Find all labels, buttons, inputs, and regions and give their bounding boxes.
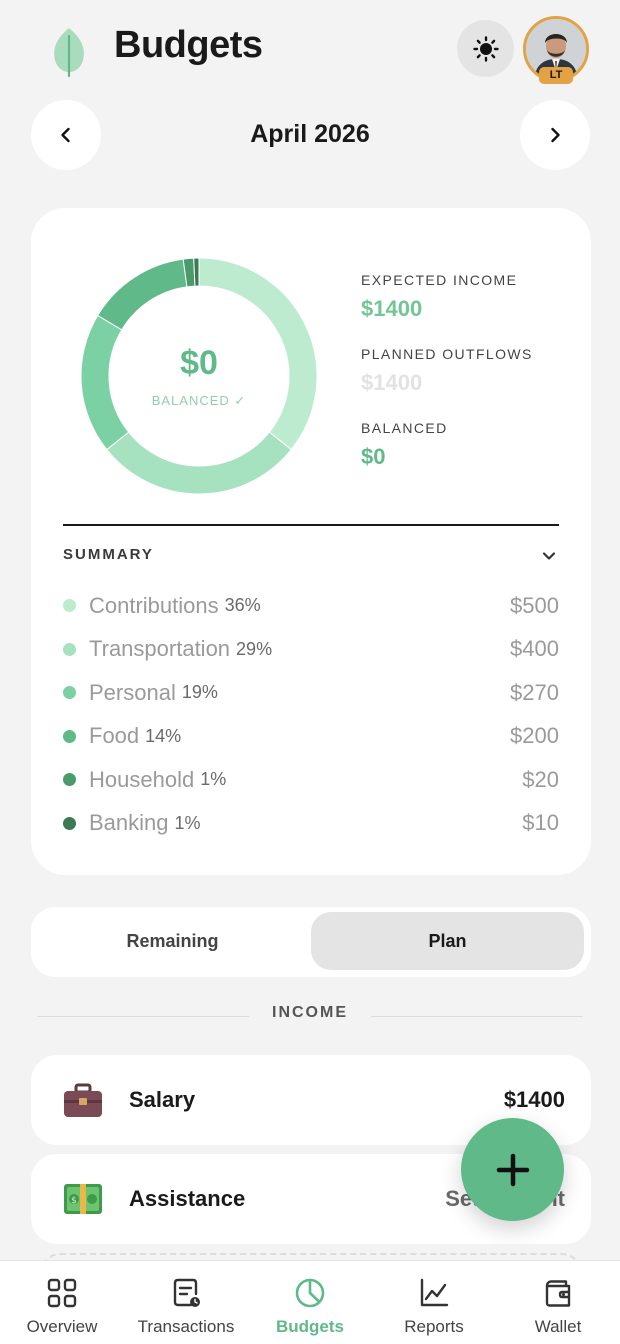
- category-row-contributions[interactable]: Contributions 36% $500: [63, 584, 559, 628]
- expected-income-value: $1400: [361, 296, 423, 321]
- donut-center: $0 BALANCED ✓: [79, 256, 319, 496]
- category-amount: $200: [510, 723, 559, 749]
- nav-label: Transactions: [137, 1317, 235, 1336]
- category-row-banking[interactable]: Banking 1% $10: [63, 802, 559, 846]
- divider: [63, 524, 559, 526]
- category-amount: $20: [522, 766, 559, 792]
- nav-overview[interactable]: Overview: [0, 1261, 124, 1344]
- category-row-food[interactable]: Food 14% $200: [63, 715, 559, 759]
- category-color-dot: [63, 773, 76, 787]
- category-amount: $400: [510, 636, 559, 662]
- category-summary-list: Contributions 36% $500 Transportation 29…: [63, 584, 559, 845]
- nav-transactions[interactable]: Transactions: [124, 1261, 248, 1344]
- category-row-personal[interactable]: Personal 19% $270: [63, 671, 559, 715]
- category-amount: $10: [522, 810, 559, 836]
- planned-outflows-label: PLANNED OUTFLOWS: [361, 346, 533, 362]
- category-name: Contributions: [89, 592, 219, 618]
- category-color-dot: [63, 599, 76, 613]
- category-percent: 36%: [224, 595, 261, 616]
- line-chart-icon: [420, 1278, 449, 1307]
- summary-toggle[interactable]: SUMMARY: [63, 546, 559, 570]
- income-amount: $1400: [503, 1087, 565, 1112]
- remaining-tab[interactable]: Remaining: [36, 912, 309, 970]
- grid-icon: [47, 1278, 77, 1308]
- theme-toggle-button[interactable]: [457, 20, 514, 77]
- chevron-right-icon: [551, 127, 560, 143]
- banknote-icon: $: [64, 1184, 102, 1214]
- nav-label: Budgets: [276, 1317, 344, 1336]
- category-row-household[interactable]: Household 1% $20: [63, 758, 559, 802]
- balance-caption: BALANCED ✓: [151, 392, 247, 408]
- category-amount: $270: [510, 679, 559, 705]
- balance-value: $0: [180, 343, 218, 382]
- leaf-logo-icon: [54, 28, 84, 78]
- expected-income-label: EXPECTED INCOME: [361, 272, 518, 288]
- nav-budgets[interactable]: Budgets: [248, 1261, 372, 1344]
- app-header: Budgets LT: [0, 0, 620, 96]
- receipt-icon: [173, 1278, 200, 1307]
- nav-wallet[interactable]: Wallet: [496, 1261, 620, 1344]
- category-color-dot: [63, 642, 76, 656]
- category-row-transportation[interactable]: Transportation 29% $400: [63, 628, 559, 672]
- category-name: Personal: [89, 679, 176, 705]
- plan-tab[interactable]: Plan: [311, 912, 584, 970]
- category-percent: 19%: [181, 682, 218, 703]
- nav-label: Reports: [404, 1317, 464, 1336]
- page-title: Budgets: [114, 24, 263, 66]
- briefcase-icon: [64, 1083, 102, 1117]
- income-name: Assistance: [129, 1186, 246, 1211]
- sun-icon: [472, 35, 499, 62]
- category-percent: 1%: [200, 769, 227, 790]
- avatar-initials-badge: LT: [539, 67, 573, 84]
- category-name: Transportation: [89, 636, 231, 662]
- svg-text:$: $: [71, 1196, 77, 1206]
- add-button[interactable]: [461, 1118, 564, 1221]
- budget-summary-card: $0 BALANCED ✓ EXPECTED INCOME $1400 PLAN…: [31, 208, 591, 875]
- category-name: Banking: [89, 810, 169, 836]
- next-month-button[interactable]: [520, 100, 590, 170]
- balanced-value: $0: [361, 444, 386, 469]
- income-section-title: INCOME: [272, 1004, 348, 1021]
- chevron-down-icon: [542, 552, 556, 560]
- nav-reports[interactable]: Reports: [372, 1261, 496, 1344]
- category-percent: 1%: [174, 812, 201, 833]
- category-name: Food: [89, 723, 140, 749]
- budget-stats: EXPECTED INCOME $1400 PLANNED OUTFLOWS $…: [361, 272, 571, 494]
- nav-label: Wallet: [534, 1317, 582, 1336]
- summary-title: SUMMARY: [63, 546, 154, 563]
- wallet-icon: [545, 1280, 571, 1307]
- category-percent: 14%: [145, 725, 182, 746]
- pie-chart-icon: [295, 1278, 325, 1308]
- category-color-dot: [63, 686, 76, 700]
- category-color-dot: [63, 816, 76, 830]
- section-divider-right: [371, 1016, 583, 1017]
- month-navigator: April 2026: [0, 100, 620, 170]
- category-color-dot: [63, 729, 76, 743]
- income-section-header: INCOME: [37, 1004, 583, 1028]
- bottom-navigation: Overview Transactions Budgets Reports Wa…: [0, 1260, 620, 1344]
- view-mode-toggle: Remaining Plan: [31, 907, 591, 977]
- balanced-label: BALANCED: [361, 420, 448, 436]
- planned-outflows-value: $1400: [361, 370, 423, 395]
- nav-label: Overview: [26, 1317, 98, 1336]
- category-amount: $500: [510, 592, 559, 618]
- category-name: Household: [89, 766, 195, 792]
- category-percent: 29%: [236, 638, 273, 659]
- income-name: Salary: [129, 1087, 196, 1112]
- plus-icon: [496, 1153, 529, 1186]
